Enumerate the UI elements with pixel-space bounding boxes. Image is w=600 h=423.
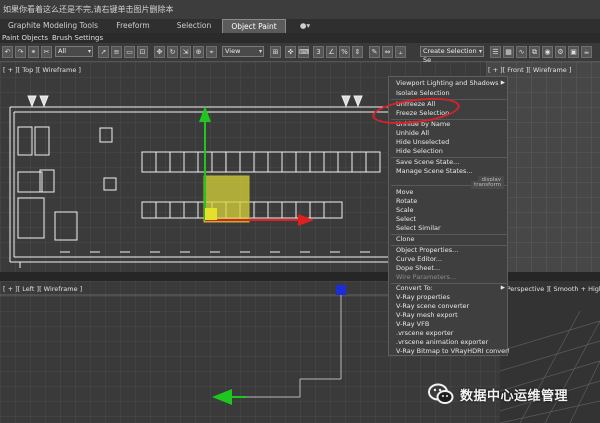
left-viewport-label[interactable]: [ + ][ Left ][ Wireframe ] bbox=[3, 285, 82, 293]
align-icon[interactable]: ⫠ bbox=[395, 46, 406, 58]
watermark-text: 数据中心运维管理 bbox=[460, 388, 569, 404]
keyboard-shortcut-icon[interactable]: ⌨ bbox=[298, 46, 309, 58]
snaps-toggle-icon[interactable]: 3 bbox=[313, 46, 324, 58]
wechat-logo-icon bbox=[428, 383, 454, 405]
menu-item-move[interactable]: Move bbox=[389, 188, 509, 197]
curve-editor-icon[interactable]: ∿ bbox=[516, 46, 527, 58]
menu-item-object-properties[interactable]: Object Properties... bbox=[389, 246, 509, 255]
submenu-arrow-icon: ▶ bbox=[500, 285, 505, 291]
top-viewport-label[interactable]: [ + ][ Top ][ Wireframe ] bbox=[3, 66, 81, 74]
menu-item-rotate[interactable]: Rotate bbox=[389, 197, 509, 206]
material-editor-icon[interactable]: ◉ bbox=[542, 46, 553, 58]
undo-icon[interactable]: ↶ bbox=[2, 46, 13, 58]
select-object-icon[interactable]: ➚ bbox=[98, 46, 109, 58]
menu-item-scale[interactable]: Scale bbox=[389, 206, 509, 215]
menu-item-label: Convert To: bbox=[396, 284, 433, 292]
chevron-down-icon: ▾ bbox=[87, 48, 91, 55]
watermark: 数据中心运维管理 bbox=[428, 380, 568, 408]
front-viewport-label[interactable]: [ + ][ Front ][ Wireframe ] bbox=[488, 66, 571, 74]
menu-item-save-scene-state[interactable]: Save Scene State... bbox=[389, 158, 509, 167]
chevron-down-icon: ▾ bbox=[478, 48, 482, 55]
named-selection-set-select[interactable]: Create Selection Se ▾ bbox=[420, 46, 484, 64]
selection-filter-value: All bbox=[58, 47, 67, 55]
subtab-paint-objects[interactable]: Paint Objects bbox=[2, 33, 48, 43]
menu-item-vrscene-exporter[interactable]: .vrscene exporter bbox=[389, 329, 509, 338]
render-setup-icon[interactable]: ⚙ bbox=[555, 46, 566, 58]
edit-named-selection-icon[interactable]: ✎ bbox=[369, 46, 380, 58]
ribbon-subtabs: Paint Objects Brush Settings bbox=[0, 33, 600, 43]
pivot-center-icon[interactable]: ⊞ bbox=[270, 46, 281, 58]
menu-item-vray-scene-converter[interactable]: V-Ray scene converter bbox=[389, 302, 509, 311]
menu-item-select[interactable]: Select bbox=[389, 215, 509, 224]
move-icon[interactable]: ✥ bbox=[154, 46, 165, 58]
reference-coordinate-value: View bbox=[225, 47, 241, 55]
place-icon[interactable]: ⊕ bbox=[193, 46, 204, 58]
menu-item-hide-unselected[interactable]: Hide Unselected bbox=[389, 138, 509, 147]
menu-item-vray-mesh-export[interactable]: V-Ray mesh export bbox=[389, 311, 509, 320]
rendered-frame-icon[interactable]: ▣ bbox=[568, 46, 579, 58]
subtab-brush-settings[interactable]: Brush Settings bbox=[52, 33, 103, 43]
window-crossing-icon[interactable]: ⊡ bbox=[137, 46, 148, 58]
tab-freeform[interactable]: Freeform bbox=[108, 19, 158, 33]
angle-snap-icon[interactable]: ∠ bbox=[326, 46, 337, 58]
mirror-icon[interactable]: ⇔ bbox=[382, 46, 393, 58]
redo-icon[interactable]: ↷ bbox=[15, 46, 26, 58]
menu-item-curve-editor[interactable]: Curve Editor... bbox=[389, 255, 509, 264]
menu-item-dope-sheet[interactable]: Dope Sheet... bbox=[389, 264, 509, 273]
menu-item-wire-parameters[interactable]: Wire Parameters... bbox=[389, 273, 509, 282]
menu-item-vray-properties[interactable]: V-Ray properties bbox=[389, 293, 509, 302]
notice-bar: 如果你看着这么还是不完,请右键单击图片删除本 bbox=[0, 0, 600, 19]
transform-extra-icon[interactable]: ⌖ bbox=[206, 46, 217, 58]
menu-item-clone[interactable]: Clone bbox=[389, 235, 509, 244]
select-manipulate-icon[interactable]: ✜ bbox=[285, 46, 296, 58]
menu-item-convert-to[interactable]: Convert To: ▶ bbox=[389, 284, 509, 293]
menu-item-isolate-selection[interactable]: Isolate Selection bbox=[389, 89, 509, 98]
menu-item-vray-vfb[interactable]: V-Ray VFB bbox=[389, 320, 509, 329]
main-toolbar: ↶ ↷ ⚭ ✂ All ▾ ➚ ≡ ▭ ⊡ ✥ ↻ ⇲ ⊕ ⌖ View ▾ ⊞ ✜… bbox=[0, 43, 600, 64]
spinner-snap-icon[interactable]: ⇕ bbox=[352, 46, 363, 58]
tab-graphite-modeling-tools[interactable]: Graphite Modeling Tools bbox=[3, 19, 103, 33]
menu-item-vray-bitmap-converter[interactable]: V-Ray Bitmap to VRayHDRI converter bbox=[389, 347, 509, 356]
render-icon[interactable]: ☕ bbox=[581, 46, 592, 58]
menu-item-label: Viewport Lighting and Shadows bbox=[396, 79, 499, 87]
menu-item-viewport-lighting[interactable]: Viewport Lighting and Shadows ▶ bbox=[389, 79, 509, 88]
max-window: 如果你看着这么还是不完,请右键单击图片删除本 Graphite Modeling… bbox=[0, 0, 600, 423]
graphite-toggle-icon[interactable]: ▦ bbox=[503, 46, 514, 58]
selection-filter-select[interactable]: All ▾ bbox=[55, 46, 93, 57]
rotate-icon[interactable]: ↻ bbox=[167, 46, 178, 58]
schematic-view-icon[interactable]: ⧉ bbox=[529, 46, 540, 58]
ribbon-options-dropdown[interactable]: ●▾ bbox=[292, 19, 318, 33]
menu-item-vrscene-animation-exporter[interactable]: .vrscene animation exporter bbox=[389, 338, 509, 347]
viewport-divider bbox=[0, 272, 600, 281]
rect-selection-icon[interactable]: ▭ bbox=[124, 46, 135, 58]
percent-snap-icon[interactable]: % bbox=[339, 46, 350, 58]
menu-item-select-similar[interactable]: Select Similar bbox=[389, 224, 509, 233]
tab-selection[interactable]: Selection bbox=[168, 19, 220, 33]
unlink-icon[interactable]: ✂ bbox=[41, 46, 52, 58]
scale-icon[interactable]: ⇲ bbox=[180, 46, 191, 58]
tab-object-paint[interactable]: Object Paint bbox=[222, 19, 286, 33]
menu-item-hide-selection[interactable]: Hide Selection bbox=[389, 147, 509, 156]
link-icon[interactable]: ⚭ bbox=[28, 46, 39, 58]
layer-manager-icon[interactable]: ☰ bbox=[490, 46, 501, 58]
perspective-viewport-label[interactable]: [ Perspective ][ Smooth + Highl bbox=[502, 285, 600, 293]
ribbon-tabs: Graphite Modeling Tools Freeform Selecti… bbox=[0, 19, 600, 33]
menu-item-manage-scene-states[interactable]: Manage Scene States... bbox=[389, 167, 509, 176]
submenu-arrow-icon: ▶ bbox=[500, 80, 505, 86]
reference-coordinate-select[interactable]: View ▾ bbox=[222, 46, 264, 57]
select-by-name-icon[interactable]: ≡ bbox=[111, 46, 122, 58]
chevron-down-icon: ▾ bbox=[258, 48, 262, 55]
menu-item-unhide-all[interactable]: Unhide All bbox=[389, 129, 509, 138]
